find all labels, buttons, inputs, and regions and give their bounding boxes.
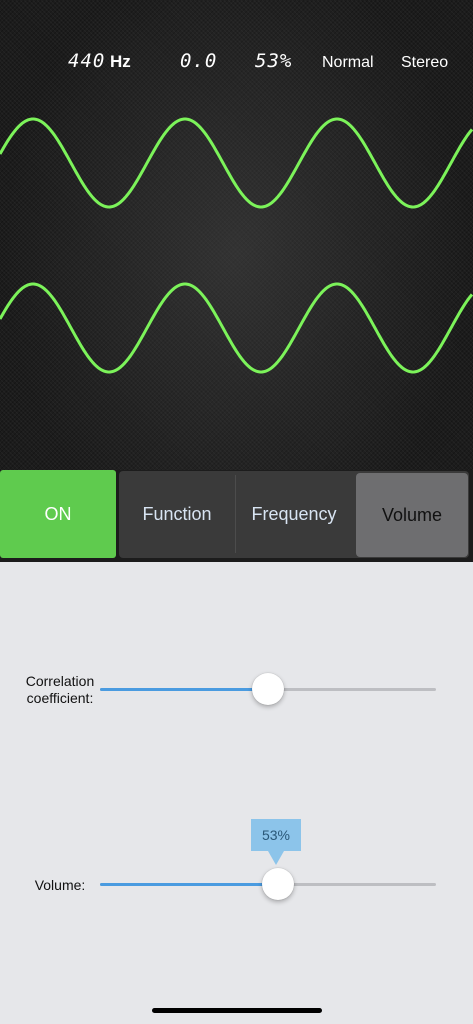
mode-segmented-control: Function Frequency Volume <box>119 471 469 558</box>
volume-tooltip-pointer <box>268 851 284 865</box>
tab-frequency[interactable]: Frequency <box>236 471 352 558</box>
tab-volume[interactable]: Volume <box>356 473 468 557</box>
correlation-readout: 0.0 <box>180 50 218 72</box>
correlation-slider-thumb[interactable] <box>252 673 284 705</box>
volume-slider-fill <box>100 883 279 886</box>
mode-readout: Normal <box>322 54 374 71</box>
on-button[interactable]: ON <box>0 470 116 558</box>
waveform-plot <box>0 117 473 374</box>
settings-panel <box>0 562 473 1024</box>
home-indicator <box>152 1008 322 1013</box>
segment-divider <box>235 475 236 553</box>
right-channel-wave <box>0 282 473 374</box>
correlation-slider-fill <box>100 688 268 691</box>
frequency-unit: Hz <box>110 52 131 71</box>
control-bar: ON Function Frequency Volume <box>0 470 473 562</box>
volume-tooltip: 53% <box>251 819 301 851</box>
left-channel-wave <box>0 117 473 209</box>
channels-readout: Stereo <box>401 54 449 71</box>
volume-slider-thumb[interactable] <box>262 868 295 900</box>
correlation-label: Correlation coefficient: <box>25 673 95 706</box>
tab-function[interactable]: Function <box>119 471 235 558</box>
volume-label: Volume: <box>34 877 86 893</box>
frequency-readout: 440 <box>68 50 106 72</box>
volume-readout: 53% <box>255 50 293 72</box>
